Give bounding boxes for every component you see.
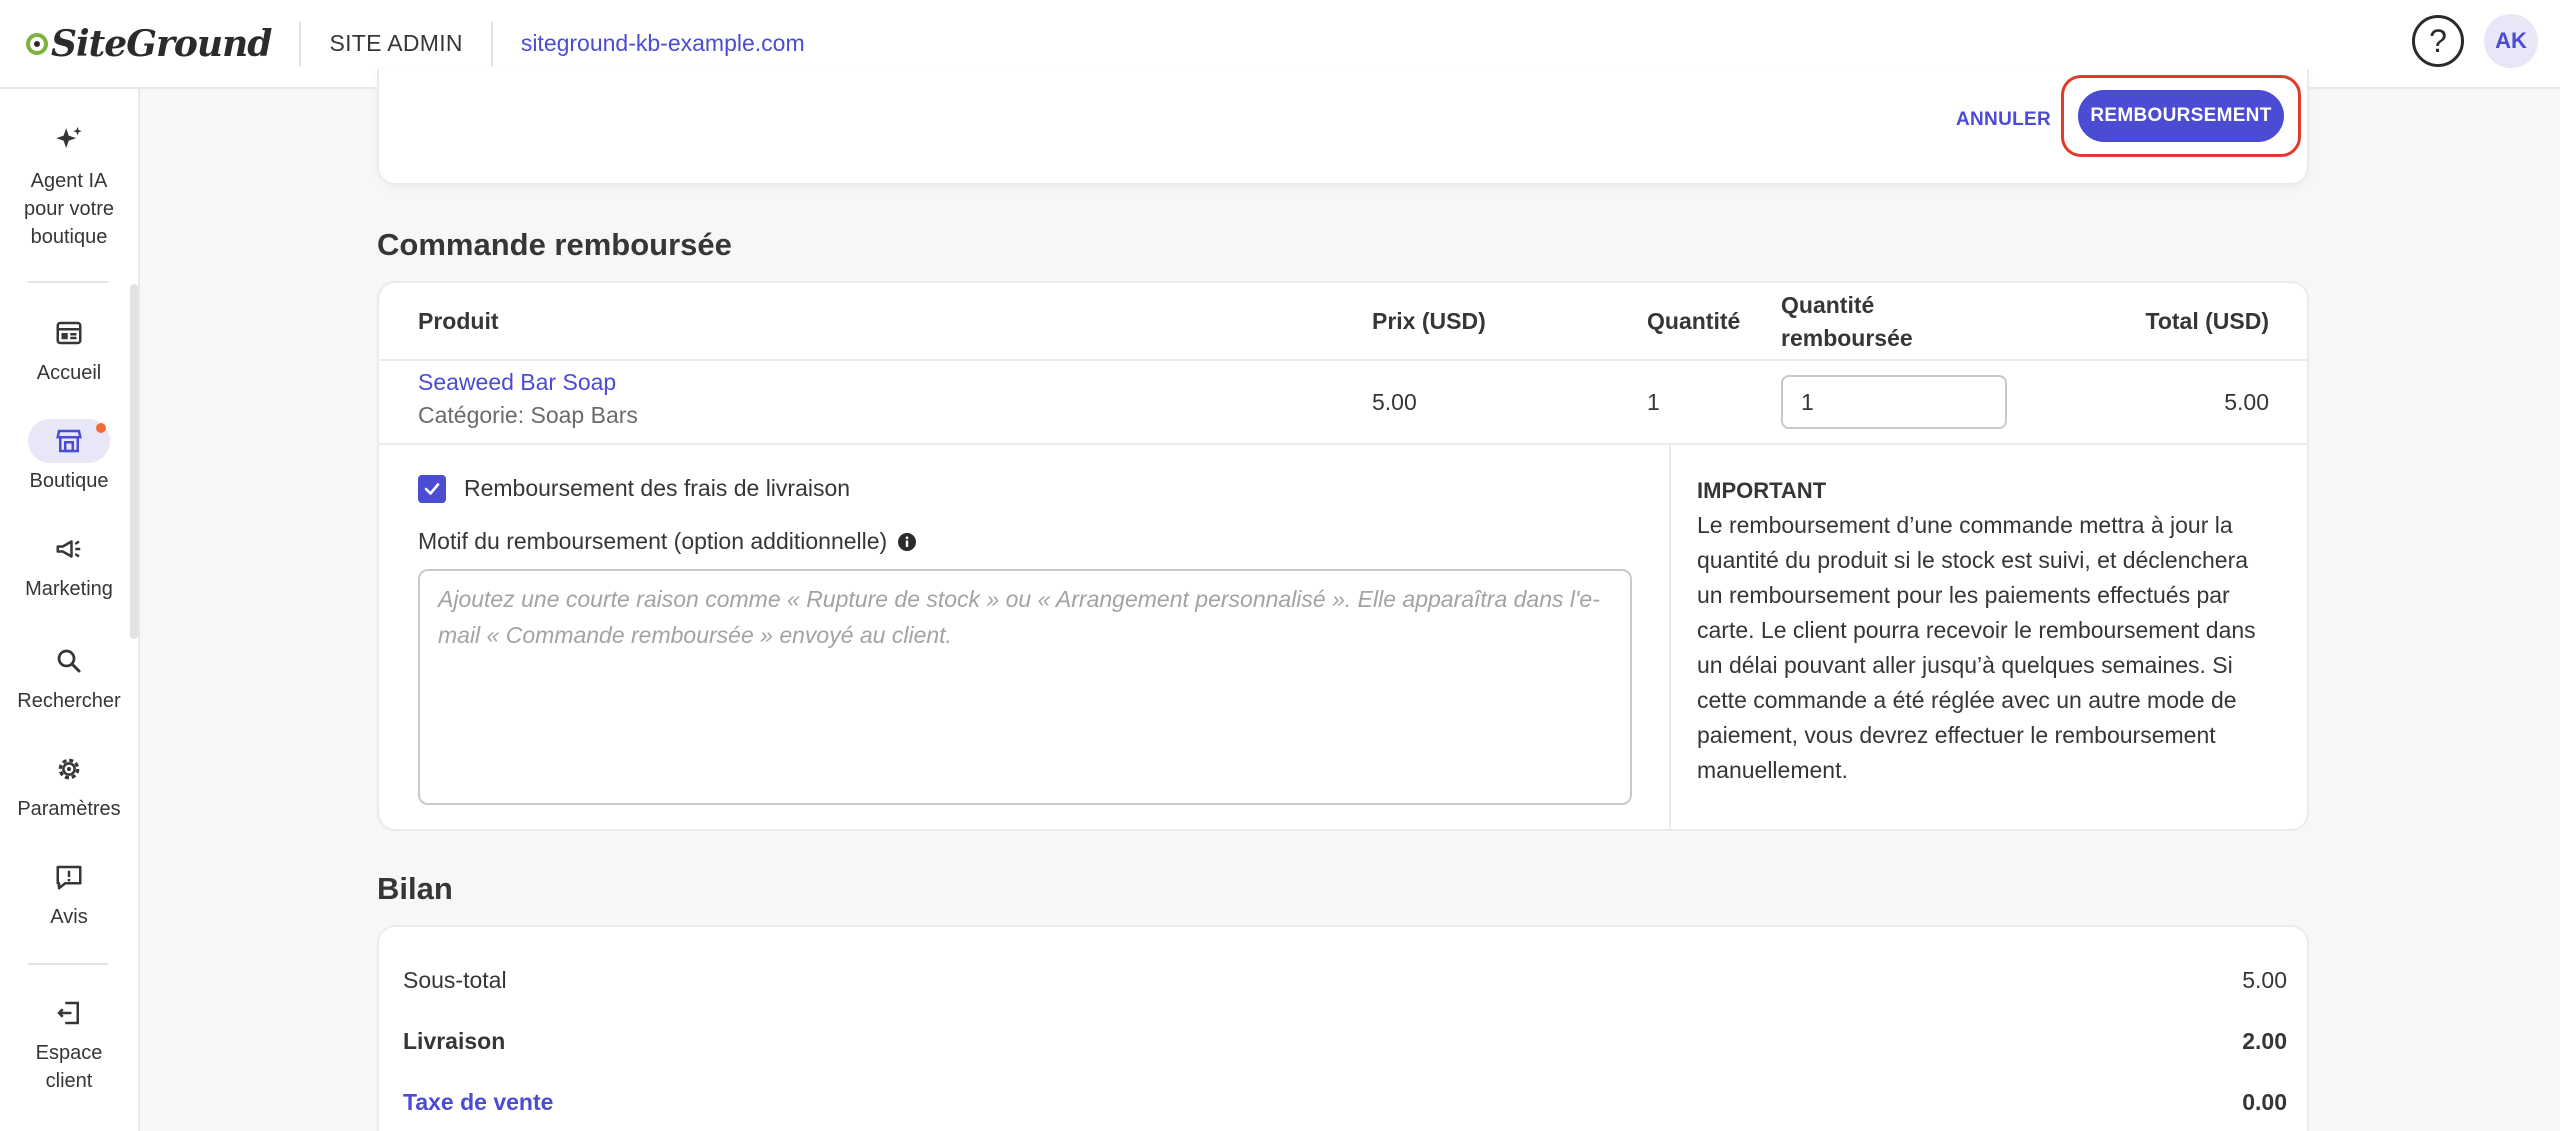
refunded-order-card: Produit Prix (USD) Quantité Quantité rem… <box>377 281 2309 831</box>
logout-icon <box>41 991 97 1035</box>
megaphone-icon <box>41 527 97 571</box>
summary-row-subtotal: Sous-total 5.00 <box>403 967 2287 994</box>
sidebar-item-label: Agent IA pour votre boutique <box>23 170 115 248</box>
price-cell: 5.00 <box>1372 389 1417 415</box>
product-cell: Seaweed Bar Soap Catégorie: Soap Bars <box>418 369 638 429</box>
quantity-cell: 1 <box>1647 389 1660 415</box>
sidebar-item-avis[interactable]: Avis <box>0 855 138 931</box>
total-cell: 5.00 <box>2224 389 2269 415</box>
sidebar: Agent IA pour votre boutique Accueil Bou… <box>0 89 140 1131</box>
search-icon <box>41 639 97 683</box>
siteground-logo[interactable]: SiteGround <box>25 0 272 88</box>
tax-value: 0.00 <box>2242 1089 2287 1115</box>
logo-text: SiteGround <box>51 22 272 65</box>
refunded-quantity-input[interactable] <box>1781 375 2007 429</box>
avatar-initials: AK <box>2495 28 2527 53</box>
notification-dot <box>96 423 106 433</box>
sidebar-separator <box>28 281 108 283</box>
important-title: IMPORTANT <box>1697 478 1827 503</box>
product-name-link[interactable]: Seaweed Bar Soap <box>418 369 638 396</box>
sidebar-item-espace-client[interactable]: Espace client <box>0 991 138 1095</box>
subtotal-value: 5.00 <box>2242 967 2287 993</box>
help-button[interactable]: ? <box>2412 15 2464 67</box>
help-icon: ? <box>2429 22 2447 59</box>
summary-card: Sous-total 5.00 Livraison 2.00 Taxe de v… <box>377 925 2309 1131</box>
review-icon <box>41 855 97 899</box>
sales-tax-link[interactable]: Taxe de vente <box>403 1089 553 1116</box>
sidebar-item-label: Marketing <box>25 578 113 600</box>
sparkle-icon <box>41 119 97 163</box>
column-header-product: Produit <box>418 308 499 334</box>
table-header: Produit Prix (USD) Quantité Quantité rem… <box>379 283 2307 361</box>
subtotal-label: Sous-total <box>403 967 507 993</box>
sidebar-separator <box>28 963 108 965</box>
sidebar-item-label: Avis <box>50 906 88 928</box>
sidebar-item-marketing[interactable]: Marketing <box>0 527 138 603</box>
refund-action-bar: ANNULER REMBOURSEMENT <box>377 69 2309 185</box>
sidebar-item-boutique[interactable]: Boutique <box>0 419 138 495</box>
refunded-order-title: Commande remboursée <box>377 227 732 262</box>
sidebar-item-ai-agent[interactable]: Agent IA pour votre boutique <box>0 119 138 251</box>
dashboard-icon <box>41 311 97 355</box>
info-icon[interactable] <box>897 532 917 552</box>
important-text: Le remboursement d’une commande mettra à… <box>1697 512 2256 783</box>
sidebar-item-label: Boutique <box>29 470 109 492</box>
siteground-logo-icon <box>26 32 48 55</box>
shipping-label: Livraison <box>403 1028 506 1054</box>
refund-button[interactable]: REMBOURSEMENT <box>2078 90 2284 142</box>
site-url-link[interactable]: siteground-kb-example.com <box>521 30 805 57</box>
shipping-value: 2.00 <box>2242 1028 2287 1054</box>
summary-row-shipping: Livraison 2.00 <box>403 1028 2287 1055</box>
column-header-total: Total (USD) <box>2145 308 2269 334</box>
shipping-refund-label: Remboursement des frais de livraison <box>464 475 851 501</box>
header-divider <box>490 21 493 66</box>
summary-title: Bilan <box>377 871 453 906</box>
refund-reason-label-text: Motif du remboursement (option additionn… <box>418 528 888 554</box>
column-header-refunded-quantity-line1: Quantité <box>1781 292 1875 318</box>
header-divider <box>299 21 302 66</box>
sidebar-item-label: Espace client <box>35 1042 103 1092</box>
table-row: Seaweed Bar Soap Catégorie: Soap Bars 5.… <box>379 361 2307 445</box>
column-header-price: Prix (USD) <box>1372 308 1486 334</box>
important-notice: IMPORTANT Le remboursement d’une command… <box>1697 473 2277 788</box>
user-avatar[interactable]: AK <box>2484 14 2538 68</box>
refund-reason-textarea[interactable] <box>418 569 1632 805</box>
refund-options-panel: Remboursement des frais de livraison Mot… <box>379 445 1671 831</box>
sidebar-item-label: Accueil <box>36 362 102 384</box>
sidebar-item-rechercher[interactable]: Rechercher <box>0 639 138 715</box>
refund-reason-label: Motif du remboursement (option additionn… <box>418 528 917 555</box>
gear-icon <box>41 747 97 791</box>
site-admin-label: SITE ADMIN <box>329 30 463 56</box>
shipping-refund-checkbox[interactable] <box>418 475 446 503</box>
store-icon <box>28 419 110 463</box>
cancel-button[interactable]: ANNULER <box>1956 102 2051 138</box>
summary-row-tax: Taxe de vente 0.00 <box>403 1089 2287 1116</box>
checkmark-icon <box>424 483 440 495</box>
column-header-quantity: Quantité <box>1647 308 1741 334</box>
sidebar-item-label: Paramètres <box>17 798 121 820</box>
product-category: Catégorie: Soap Bars <box>418 402 638 428</box>
column-header-refunded-quantity: Quantité remboursée <box>1781 289 1913 355</box>
main-content: ANNULER REMBOURSEMENT Commande remboursé… <box>140 69 2560 1131</box>
sidebar-item-label: Rechercher <box>17 690 121 712</box>
refund-button-highlight: REMBOURSEMENT <box>2061 75 2301 157</box>
sidebar-item-accueil[interactable]: Accueil <box>0 311 138 387</box>
column-header-refunded-quantity-line2: remboursée <box>1781 325 1913 351</box>
sidebar-item-parametres[interactable]: Paramètres <box>0 747 138 823</box>
